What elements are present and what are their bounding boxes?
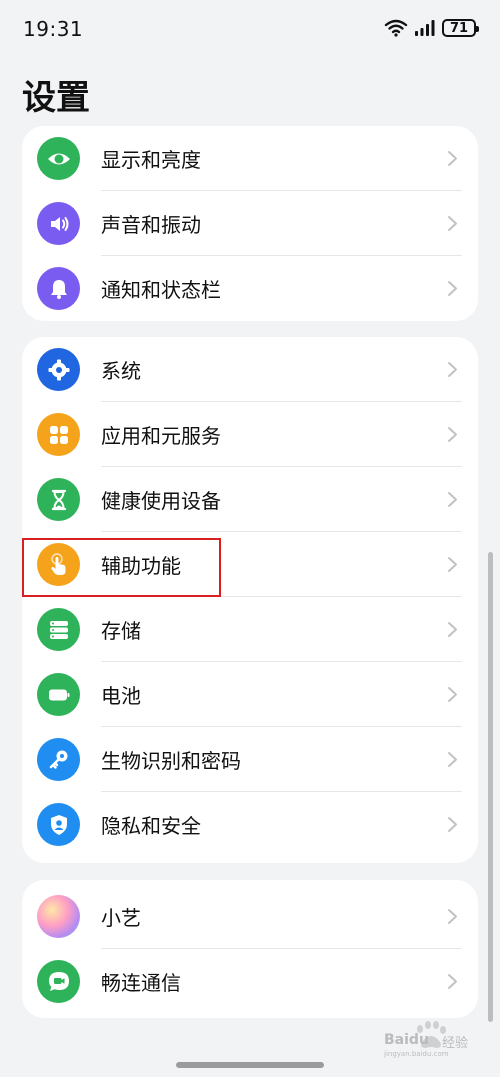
chevron-right-icon bbox=[448, 557, 457, 572]
settings-screen: 19:31 71 设置 显示和亮度 声音和振动 通知和状态栏 系统 应用和元服务… bbox=[0, 0, 500, 1077]
setting-item-digital-wellbeing[interactable]: 健康使用设备 bbox=[22, 467, 478, 532]
highlight-annotation bbox=[22, 538, 221, 597]
battery-icon bbox=[37, 673, 80, 716]
setting-item-sound-vibration[interactable]: 声音和振动 bbox=[22, 191, 478, 256]
setting-item-label: 隐私和安全 bbox=[101, 814, 201, 838]
storage-icon bbox=[37, 608, 80, 651]
setting-item-system[interactable]: 系统 bbox=[22, 337, 478, 402]
setting-item-label: 显示和亮度 bbox=[101, 148, 201, 172]
setting-item-label: 畅连通信 bbox=[101, 971, 181, 995]
speaker-icon bbox=[37, 202, 80, 245]
settings-group-display: 显示和亮度 声音和振动 通知和状态栏 bbox=[22, 126, 478, 321]
bell-icon bbox=[37, 267, 80, 310]
home-indicator[interactable] bbox=[176, 1062, 324, 1068]
chevron-right-icon bbox=[448, 817, 457, 832]
chevron-right-icon bbox=[448, 752, 457, 767]
apps-grid-icon bbox=[37, 413, 80, 456]
hourglass-icon bbox=[37, 478, 80, 521]
setting-item-battery[interactable]: 电池 bbox=[22, 662, 478, 727]
eye-icon bbox=[37, 137, 80, 180]
chevron-right-icon bbox=[448, 622, 457, 637]
setting-item-label: 健康使用设备 bbox=[101, 489, 221, 513]
battery-level: 71 bbox=[449, 20, 469, 36]
page-title: 设置 bbox=[22, 78, 90, 118]
battery-indicator: 71 bbox=[442, 19, 479, 37]
key-icon bbox=[37, 738, 80, 781]
setting-item-label: 系统 bbox=[101, 359, 141, 383]
gear-icon bbox=[37, 348, 80, 391]
scrollbar[interactable] bbox=[488, 552, 493, 1022]
chevron-right-icon bbox=[448, 281, 457, 296]
video-call-icon bbox=[37, 960, 80, 1003]
wifi-icon bbox=[384, 19, 408, 37]
setting-item-label: 存储 bbox=[101, 619, 141, 643]
chevron-right-icon bbox=[448, 427, 457, 442]
setting-item-label: 生物识别和密码 bbox=[101, 749, 241, 773]
setting-item-label: 电池 bbox=[101, 684, 141, 708]
watermark-text-jingyan: 经验 bbox=[442, 1036, 469, 1051]
chevron-right-icon bbox=[448, 974, 457, 989]
setting-item-biometrics-password[interactable]: 生物识别和密码 bbox=[22, 727, 478, 792]
setting-item-privacy-security[interactable]: 隐私和安全 bbox=[22, 792, 478, 857]
watermark-text-url: jingyan.baidu.com bbox=[384, 1050, 449, 1058]
chevron-right-icon bbox=[448, 216, 457, 231]
setting-item-apps-services[interactable]: 应用和元服务 bbox=[22, 402, 478, 467]
setting-item-notifications-statusbar[interactable]: 通知和状态栏 bbox=[22, 256, 478, 321]
status-icons: 71 bbox=[384, 19, 479, 37]
settings-group-system: 系统 应用和元服务 健康使用设备 辅助功能 存储 电池 生物识别和密码 隐私和安… bbox=[22, 337, 478, 863]
chevron-right-icon bbox=[448, 687, 457, 702]
setting-item-label: 通知和状态栏 bbox=[101, 278, 221, 302]
chevron-right-icon bbox=[448, 909, 457, 924]
setting-item-label: 小艺 bbox=[101, 906, 141, 930]
chevron-right-icon bbox=[448, 151, 457, 166]
baidu-watermark: Baidu 经验 jingyan.baidu.com bbox=[384, 1020, 476, 1060]
chevron-right-icon bbox=[448, 362, 457, 377]
signal-icon bbox=[415, 20, 435, 36]
setting-item-storage[interactable]: 存储 bbox=[22, 597, 478, 662]
setting-item-meetime[interactable]: 畅连通信 bbox=[22, 949, 478, 1014]
setting-item-xiaoyi[interactable]: 小艺 bbox=[22, 884, 478, 949]
xiaoyi-orb-icon bbox=[37, 895, 80, 938]
chevron-right-icon bbox=[448, 492, 457, 507]
setting-item-label: 应用和元服务 bbox=[101, 424, 221, 448]
setting-item-display-brightness[interactable]: 显示和亮度 bbox=[22, 126, 478, 191]
settings-group-services: 小艺 畅连通信 bbox=[22, 880, 478, 1018]
status-bar: 19:31 71 bbox=[0, 0, 500, 60]
setting-item-label: 声音和振动 bbox=[101, 213, 201, 237]
shield-user-icon bbox=[37, 803, 80, 846]
watermark-text-baidu: Baidu bbox=[384, 1032, 429, 1048]
status-time: 19:31 bbox=[23, 17, 84, 41]
